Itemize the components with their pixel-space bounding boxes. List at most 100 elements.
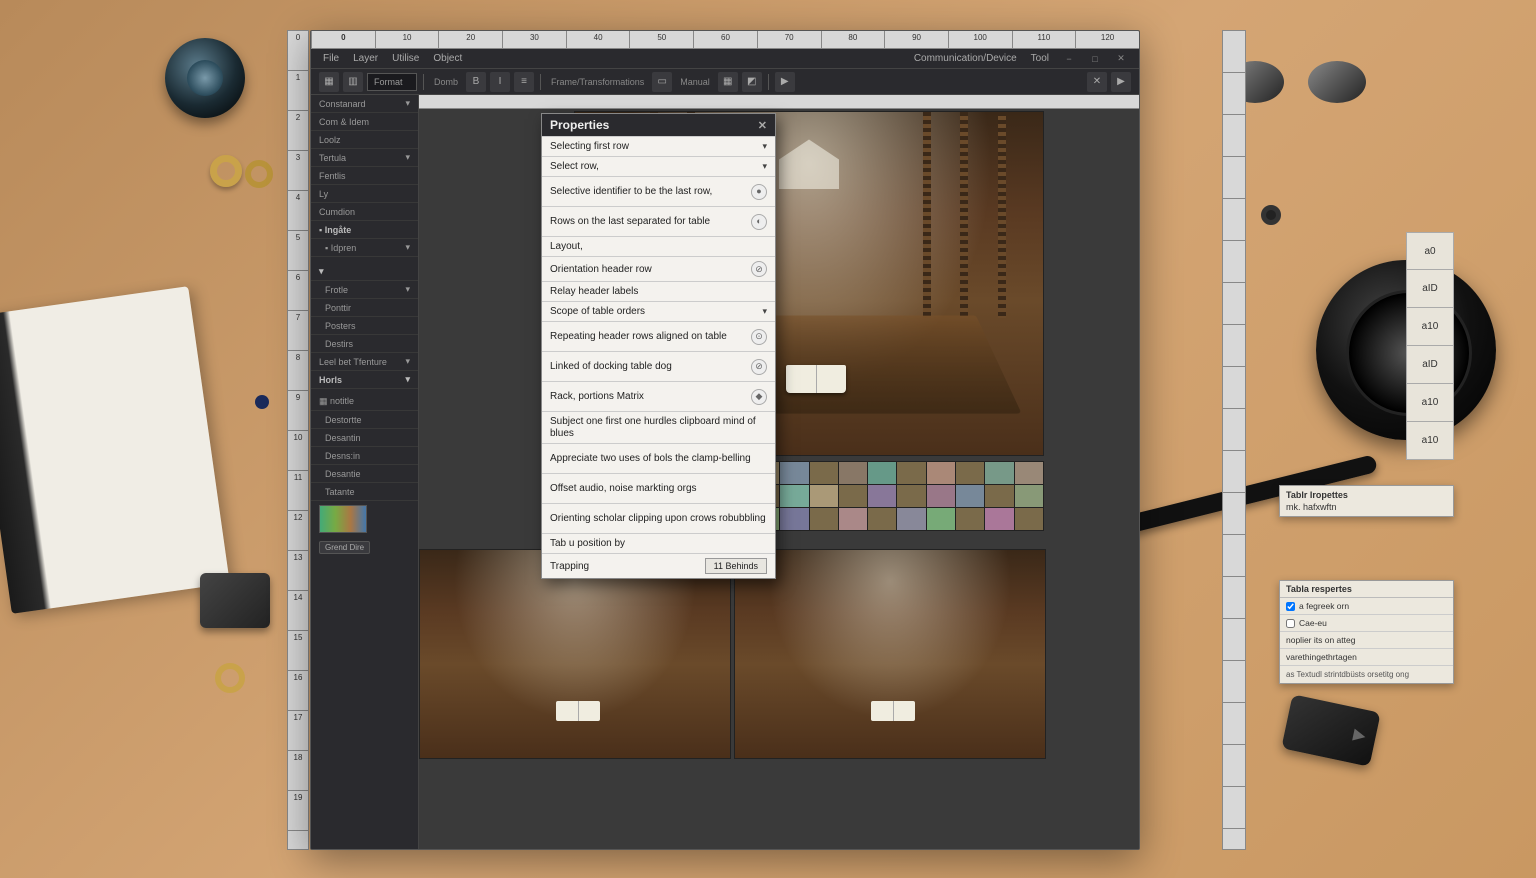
canvas[interactable] — [419, 109, 1139, 849]
desk-washer — [1261, 205, 1281, 225]
sidebar-item[interactable]: Frotle▾ — [311, 281, 418, 299]
dropdown-item[interactable]: Linked of docking table dog⊘ — [542, 351, 775, 381]
desk-ring — [215, 663, 245, 693]
menu-utilise[interactable]: Utilise — [392, 53, 419, 64]
tool-label-frame: Frame/Transformations — [547, 77, 648, 87]
tool-play-icon[interactable]: ▶ — [775, 72, 795, 92]
desk-ring — [210, 155, 242, 187]
window-maximize-icon[interactable]: □ — [1089, 53, 1101, 65]
tool-grid-icon[interactable]: ▦ — [718, 72, 738, 92]
sidebar-item[interactable]: Cumdion — [311, 203, 418, 221]
app-window: 010 2030 4050 6070 8090 100110 120 File … — [310, 30, 1140, 850]
dropdown-close-icon[interactable]: ✕ — [758, 119, 767, 132]
ruler-horizontal: 010 2030 4050 6070 8090 100110 120 — [311, 31, 1139, 49]
sidebar-panel-header: ▾ — [311, 263, 418, 281]
tool-new-icon[interactable]: ▦ — [319, 72, 339, 92]
sidebar-item[interactable]: Tatante — [311, 483, 418, 501]
info-icon: ⊙ — [751, 329, 767, 345]
dropdown-item[interactable]: Repeating header rows aligned on table⊙ — [542, 321, 775, 351]
dropdown-item[interactable]: Offset audio, noise markting orgs — [542, 473, 775, 503]
thumb-image-library-right[interactable] — [734, 549, 1046, 759]
sidebar-item[interactable]: Destortte — [311, 411, 418, 429]
sidebar-gradient-preview — [319, 505, 367, 533]
tool-open-icon[interactable]: ▥ — [343, 72, 363, 92]
dropdown-item[interactable]: Appreciate two uses of bols the clamp-be… — [542, 443, 775, 473]
canvas-column: Properties ✕ Selecting first row▾ Select… — [419, 95, 1139, 849]
info-icon: ◐ — [751, 214, 767, 230]
menu-layer[interactable]: Layer — [353, 53, 378, 64]
tool-format-field[interactable]: Format — [367, 73, 417, 91]
sidebar-item[interactable]: Destirs — [311, 335, 418, 353]
ruler-horizontal-inner — [419, 95, 1139, 109]
menu-object[interactable]: Object — [433, 53, 462, 64]
dropdown-item[interactable]: Orientation header row⊘ — [542, 256, 775, 281]
tool-frame-icon[interactable]: ▭ — [652, 72, 672, 92]
left-sidebar: Constanard▾ Com & Idem Loolz Tertula▾ Fe… — [311, 95, 419, 849]
tool-align-icon[interactable]: ≡ — [514, 72, 534, 92]
sidebar-item[interactable]: Desantie — [311, 465, 418, 483]
sidebar-section-header[interactable]: ▪ Ingåte — [311, 221, 418, 239]
dropdown-item[interactable]: Subject one first one hurdles clipboard … — [542, 411, 775, 443]
panel-title: Tabla respertes — [1280, 581, 1453, 598]
toolbar: ▦ ▥ Format Domb B I ≡ Frame/Transformati… — [311, 69, 1139, 95]
sidebar-item[interactable]: Com & Idem — [311, 113, 418, 131]
dropdown-item[interactable]: Orienting scholar clipping upon crows ro… — [542, 503, 775, 533]
menu-right-num: Tool — [1031, 53, 1049, 64]
sidebar-tools-header[interactable]: Horls▾ — [311, 371, 418, 389]
dropdown-item[interactable]: Scope of table orders▾ — [542, 301, 775, 321]
sidebar-item[interactable]: Tertula▾ — [311, 149, 418, 167]
sidebar-item[interactable]: Fentlis — [311, 167, 418, 185]
tool-bold-icon[interactable]: B — [466, 72, 486, 92]
tool-label-manual: Manual — [676, 77, 714, 87]
dropdown-item[interactable]: Rack, portions Matrix◆ — [542, 381, 775, 411]
sidebar-item[interactable]: Ly — [311, 185, 418, 203]
sidebar-item[interactable]: Ponttir — [311, 299, 418, 317]
desk-notebook — [0, 286, 230, 614]
panel-row[interactable]: varethingethrtagen — [1280, 649, 1453, 666]
dropdown-item[interactable]: Layout, — [542, 236, 775, 256]
sidebar-item[interactable]: Posters — [311, 317, 418, 335]
value-cell: a10 — [1406, 422, 1454, 460]
window-minimize-icon[interactable]: − — [1063, 53, 1075, 65]
value-cell: a10 — [1406, 308, 1454, 346]
desk-flash-drive — [1281, 694, 1380, 767]
tool-next-icon[interactable]: ▶ — [1111, 72, 1131, 92]
panel-row[interactable]: a fegreek orn — [1280, 598, 1453, 615]
sidebar-action-button[interactable]: Grend Dire — [319, 541, 370, 554]
panel-footer: as Textudl strintdbüsts orsetitg ong — [1280, 666, 1453, 683]
value-cell: aID — [1406, 270, 1454, 308]
dropdown-item[interactable]: Selecting first row▾ — [542, 136, 775, 156]
tool-italic-icon[interactable]: I — [490, 72, 510, 92]
desk-camera-small — [165, 38, 245, 118]
desk-sunglasses — [1226, 55, 1366, 110]
tool-crop-icon[interactable]: ◩ — [742, 72, 762, 92]
table-properties-mini-panel[interactable]: Tablr Iropettes mk. hafxwftn — [1279, 485, 1454, 517]
dropdown-footer-button[interactable]: 11 Behinds — [705, 558, 767, 574]
sidebar-item[interactable]: ▪ Idpren▾ — [311, 239, 418, 257]
value-cell: aID — [1406, 346, 1454, 384]
menu-file[interactable]: File — [323, 53, 339, 64]
right-value-column: a0 aID a10 aID a10 a10 — [1406, 232, 1454, 460]
panel-row[interactable]: Cae-eu — [1280, 615, 1453, 632]
desk-bead — [255, 395, 269, 409]
table-properties-panel: Tabla respertes a fegreek orn Cae-eu nop… — [1279, 580, 1454, 684]
ruler-vertical-right — [1222, 30, 1246, 850]
dropdown-item[interactable]: Tab u position by — [542, 533, 775, 553]
sidebar-item[interactable]: Loolz — [311, 131, 418, 149]
dropdown-item[interactable]: Select row,▾ — [542, 156, 775, 176]
panel-row[interactable]: noplier its on atteg — [1280, 632, 1453, 649]
window-close-icon[interactable]: ✕ — [1115, 53, 1127, 65]
sidebar-item[interactable]: Desantin — [311, 429, 418, 447]
dropdown-item[interactable]: Relay header labels — [542, 281, 775, 301]
tool-close-icon[interactable]: ✕ — [1087, 72, 1107, 92]
dropdown-item[interactable]: Selective identifier to be the last row,… — [542, 176, 775, 206]
info-icon: ● — [751, 184, 767, 200]
menubar: File Layer Utilise Object Communication/… — [311, 49, 1139, 69]
dropdown-title-bar: Properties ✕ — [542, 114, 775, 136]
sidebar-item[interactable]: Constanard▾ — [311, 95, 418, 113]
thumb-image-library-left[interactable] — [419, 549, 731, 759]
value-cell: a10 — [1406, 384, 1454, 422]
sidebar-item[interactable]: Desns:in — [311, 447, 418, 465]
dropdown-item[interactable]: Rows on the last separated for table◐ — [542, 206, 775, 236]
desk-ring — [245, 160, 273, 188]
